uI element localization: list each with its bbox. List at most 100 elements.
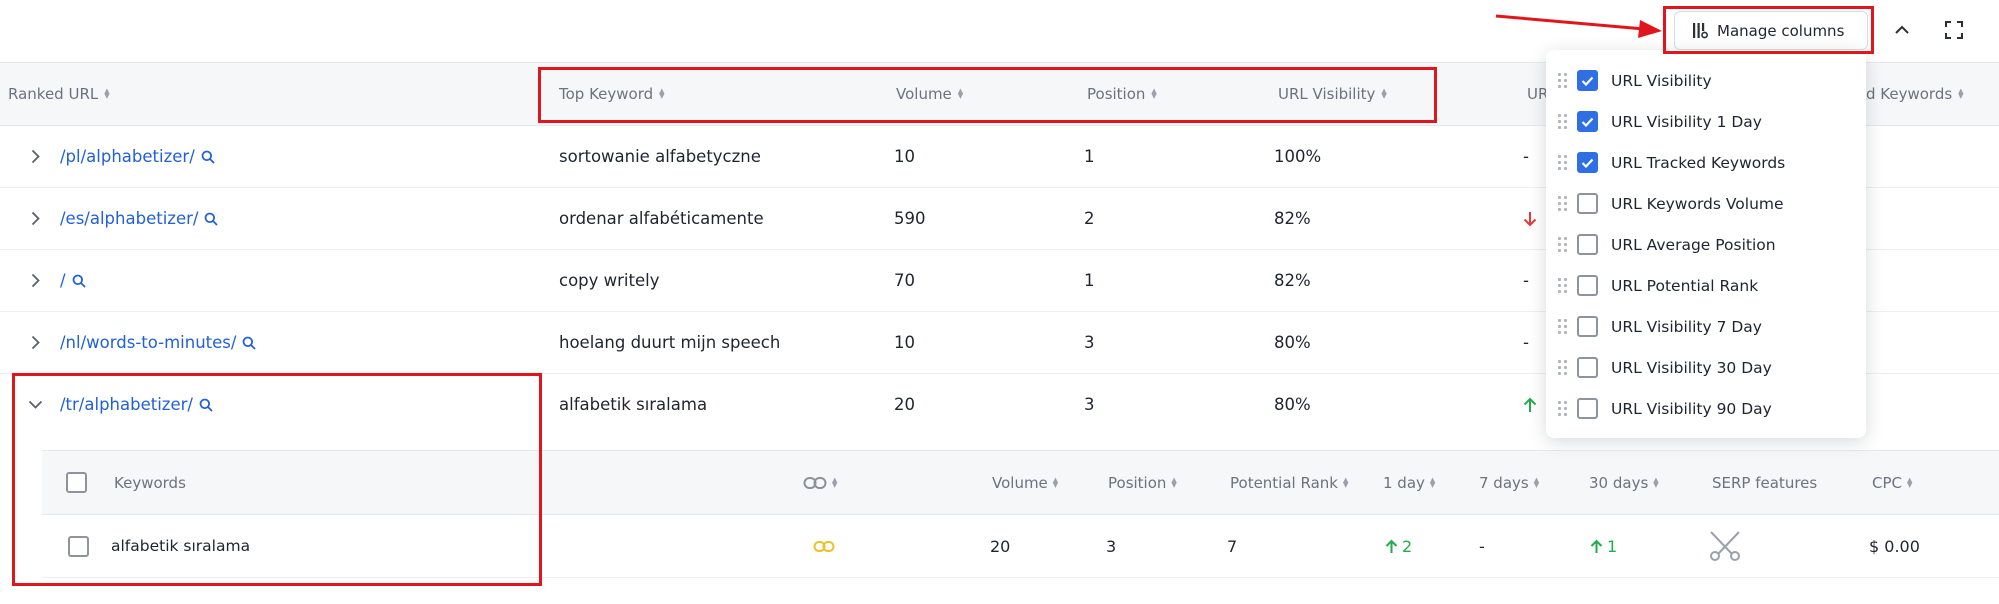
change-7-days-cell: - [1479, 536, 1485, 556]
column-header-position[interactable]: Position ▲ ▼ [1108, 451, 1177, 514]
column-header-position[interactable]: Position ▲ ▼ [1087, 63, 1157, 125]
column-option-url-potential-rank[interactable]: URL Potential Rank [1546, 265, 1866, 306]
expand-row-button[interactable] [24, 330, 46, 354]
column-checkbox[interactable] [1577, 357, 1598, 378]
collapse-row-button[interactable] [24, 392, 46, 416]
column-option-url-visibility-1-day[interactable]: URL Visibility 1 Day [1546, 101, 1866, 142]
arrow-up-icon [1590, 539, 1603, 553]
column-checkbox[interactable] [1577, 152, 1598, 173]
column-header-top-keyword[interactable]: Top Keyword ▲ ▼ [559, 63, 665, 125]
drag-handle-icon[interactable] [1558, 277, 1568, 294]
drag-handle-icon[interactable] [1558, 318, 1568, 335]
column-header-link[interactable]: ▲ ▼ [803, 451, 837, 514]
potential-rank-cell: 7 [1227, 536, 1238, 556]
chevron-up-icon [1895, 25, 1909, 34]
chevron-right-icon [31, 335, 40, 349]
columns-settings-icon [1693, 23, 1708, 39]
fullscreen-button[interactable] [1940, 16, 1968, 44]
sort-icon: ▲ ▼ [1533, 475, 1540, 489]
column-checkbox[interactable] [1577, 316, 1598, 337]
chevron-right-icon [31, 273, 40, 287]
ranked-url-link[interactable]: /nl/words-to-minutes/ [60, 312, 257, 373]
trend-cell: - [1523, 333, 1529, 352]
expand-row-button[interactable] [24, 206, 46, 230]
drag-handle-icon[interactable] [1558, 400, 1568, 417]
column-option-url-keywords-volume[interactable]: URL Keywords Volume [1546, 183, 1866, 224]
top-keyword-cell: ordenar alfabéticamente [559, 209, 764, 228]
drag-handle-icon[interactable] [1558, 154, 1568, 171]
column-header-potential-rank[interactable]: Potential Rank ▲ ▼ [1230, 451, 1348, 514]
link-icon[interactable] [813, 540, 835, 553]
subtable-header: Keywords ▲ ▼ Volume ▲ ▼ Position ▲ ▼ Potentia… [42, 450, 1999, 515]
row-checkbox-cell[interactable] [68, 515, 89, 577]
column-option-url-visibility[interactable]: URL Visibility [1546, 60, 1866, 101]
drag-handle-icon[interactable] [1558, 195, 1568, 212]
search-icon[interactable] [201, 150, 215, 164]
visibility-cell: 100% [1274, 147, 1322, 166]
ranked-url-link[interactable]: /pl/alphabetizer/ [60, 126, 215, 187]
search-icon[interactable] [199, 398, 213, 412]
sort-icon: ▲ ▼ [1653, 475, 1659, 489]
sort-icon: ▲ ▼ [1151, 87, 1157, 100]
column-checkbox[interactable] [1577, 234, 1598, 255]
visibility-cell: 80% [1274, 395, 1311, 414]
search-icon[interactable] [204, 212, 219, 226]
column-option-label: URL Visibility [1611, 71, 1712, 90]
column-header-keywords[interactable]: Keywords [114, 451, 186, 514]
sort-icon: ▲ ▼ [1429, 475, 1436, 489]
column-option-url-visibility-30-day[interactable]: URL Visibility 30 Day [1546, 347, 1866, 388]
manage-columns-button[interactable]: Manage columns [1674, 11, 1868, 50]
volume-cell: 590 [894, 209, 926, 228]
column-option-label: URL Tracked Keywords [1611, 153, 1786, 172]
volume-cell: 10 [894, 333, 915, 352]
top-keyword-cell: alfabetik sıralama [559, 395, 708, 414]
column-header-1-day[interactable]: 1 day ▲ ▼ [1383, 451, 1435, 514]
search-icon[interactable] [72, 274, 86, 288]
drag-handle-icon[interactable] [1558, 72, 1568, 89]
search-icon[interactable] [242, 336, 257, 350]
drag-handle-icon[interactable] [1558, 359, 1568, 376]
drag-handle-icon[interactable] [1558, 113, 1568, 130]
column-option-url-tracked-keywords[interactable]: URL Tracked Keywords [1546, 142, 1866, 183]
top-keyword-cell: sortowanie alfabetyczne [559, 147, 761, 166]
column-header-7-days[interactable]: 7 days ▲ ▼ [1479, 451, 1539, 514]
column-header-volume[interactable]: Volume ▲ ▼ [992, 451, 1058, 514]
expand-row-button[interactable] [24, 268, 46, 292]
select-all-checkbox-cell[interactable] [66, 451, 87, 514]
select-all-checkbox[interactable] [66, 472, 87, 493]
column-header-ranked-url[interactable]: Ranked URL ▲ ▼ [8, 63, 110, 125]
column-header-volume[interactable]: Volume ▲ ▼ [896, 63, 963, 125]
column-header-url-visibility[interactable]: URL Visibility ▲ ▼ [1278, 63, 1387, 125]
ranked-url-link[interactable]: /tr/alphabetizer/ [60, 374, 213, 435]
drag-handle-icon[interactable] [1558, 236, 1568, 253]
column-checkbox[interactable] [1577, 398, 1598, 419]
column-checkbox[interactable] [1577, 275, 1598, 296]
column-header-serp-features[interactable]: SERP features [1712, 451, 1817, 514]
column-header-cpc[interactable]: CPC ▲ ▼ [1872, 451, 1912, 514]
trend-cell: - [1523, 147, 1529, 166]
check-icon [1581, 76, 1594, 86]
keyword-row[interactable]: alfabetik sıralama 20 3 7 2 - 1 $ 0.00 [42, 515, 1999, 578]
ranked-url-link[interactable]: / [60, 250, 86, 311]
volume-cell: 20 [990, 536, 1011, 556]
column-header-30-days[interactable]: 30 days ▲ ▼ [1589, 451, 1659, 514]
column-option-url-average-position[interactable]: URL Average Position [1546, 224, 1866, 265]
sort-icon: ▲ ▼ [659, 87, 665, 100]
visibility-cell: 80% [1274, 333, 1311, 352]
column-option-url-visibility-7-day[interactable]: URL Visibility 7 Day [1546, 306, 1866, 347]
column-checkbox[interactable] [1577, 111, 1598, 132]
row-checkbox[interactable] [68, 535, 89, 557]
ranked-url-link[interactable]: /es/alphabetizer/ [60, 188, 219, 249]
sort-icon: ▲ ▼ [104, 87, 110, 100]
column-option-url-visibility-90-day[interactable]: URL Visibility 90 Day [1546, 388, 1866, 429]
expand-row-button[interactable] [24, 144, 46, 168]
column-checkbox[interactable] [1577, 70, 1598, 91]
link-cell[interactable] [813, 515, 835, 577]
column-option-label: URL Average Position [1611, 235, 1776, 254]
trend-cell: - [1523, 271, 1529, 290]
column-checkbox[interactable] [1577, 193, 1598, 214]
column-header-url-tracked-keywords[interactable]: d Keywords ▲ ▼ [1866, 63, 1964, 125]
collapse-button[interactable] [1888, 16, 1916, 44]
position-cell: 1 [1084, 147, 1095, 166]
cpc-cell: $ 0.00 [1869, 536, 1920, 556]
